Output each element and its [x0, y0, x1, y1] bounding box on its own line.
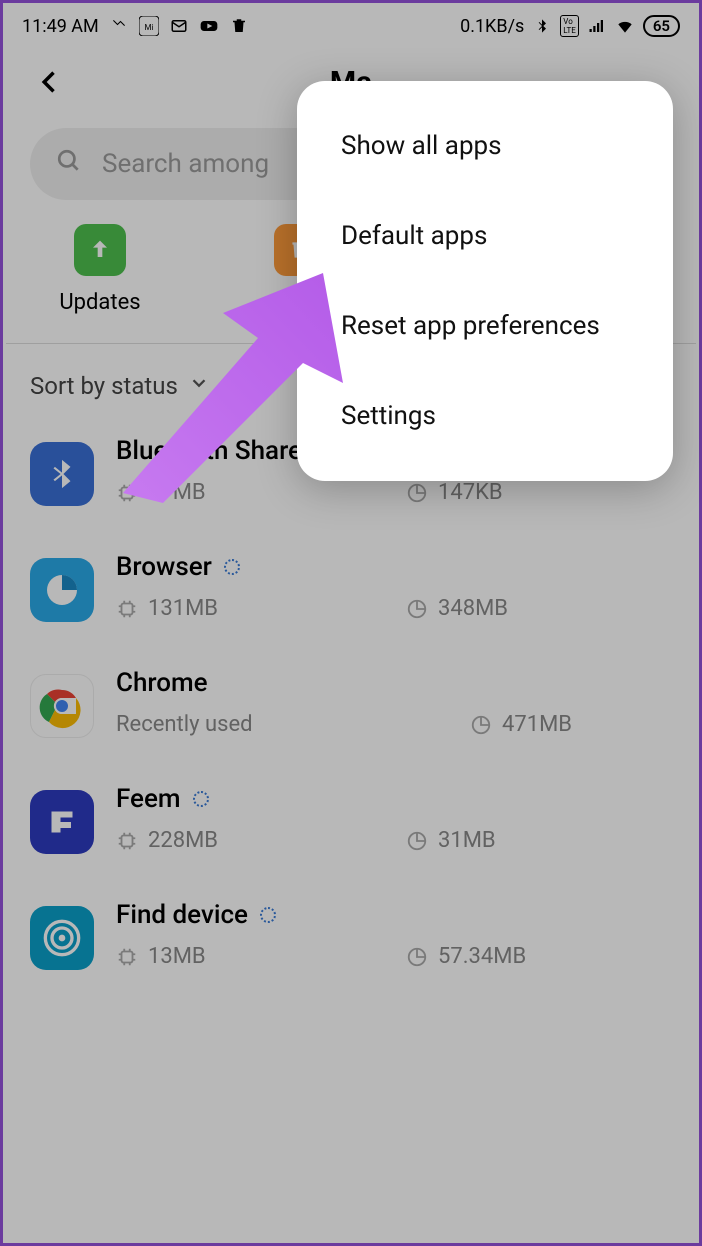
menu-item-reset-preferences[interactable]: Reset app preferences [297, 281, 673, 371]
menu-item-default-apps[interactable]: Default apps [297, 191, 673, 281]
menu-item-settings[interactable]: Settings [297, 371, 673, 461]
menu-item-show-all-apps[interactable]: Show all apps [297, 101, 673, 191]
overflow-menu: Show all apps Default apps Reset app pre… [297, 81, 673, 481]
